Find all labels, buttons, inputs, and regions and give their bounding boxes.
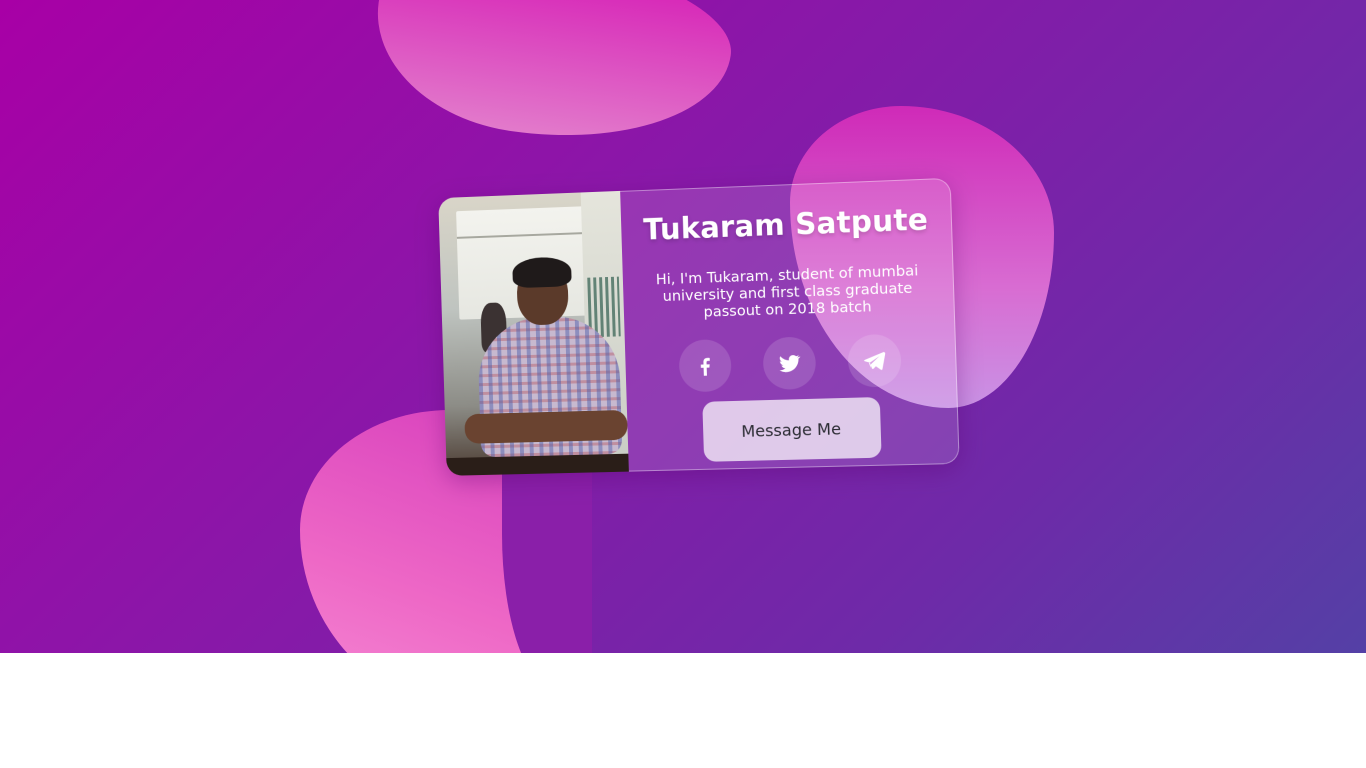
profile-card: Tukaram Satpute Hi, I'm Tukaram, student… — [438, 177, 960, 476]
social-links — [625, 332, 956, 394]
decorative-blob-top — [363, 0, 741, 160]
message-me-button[interactable]: Message Me — [701, 397, 882, 462]
profile-bio: Hi, I'm Tukaram, student of mumbai unive… — [655, 263, 919, 321]
photo-table — [446, 453, 629, 476]
photo-person-arms — [464, 409, 628, 444]
twitter-icon — [778, 354, 801, 373]
hero-background: Tukaram Satpute Hi, I'm Tukaram, student… — [0, 0, 1366, 653]
twitter-link[interactable] — [761, 336, 816, 391]
telegram-icon — [863, 351, 886, 371]
photo-person-hair — [512, 256, 572, 289]
page-bottom-area — [0, 653, 1366, 768]
facebook-link[interactable] — [677, 338, 732, 393]
facebook-icon — [700, 357, 709, 376]
telegram-link[interactable] — [846, 333, 902, 388]
profile-photo — [438, 190, 629, 476]
profile-name: Tukaram Satpute — [642, 202, 929, 247]
profile-info-panel: Tukaram Satpute Hi, I'm Tukaram, student… — [620, 177, 960, 472]
